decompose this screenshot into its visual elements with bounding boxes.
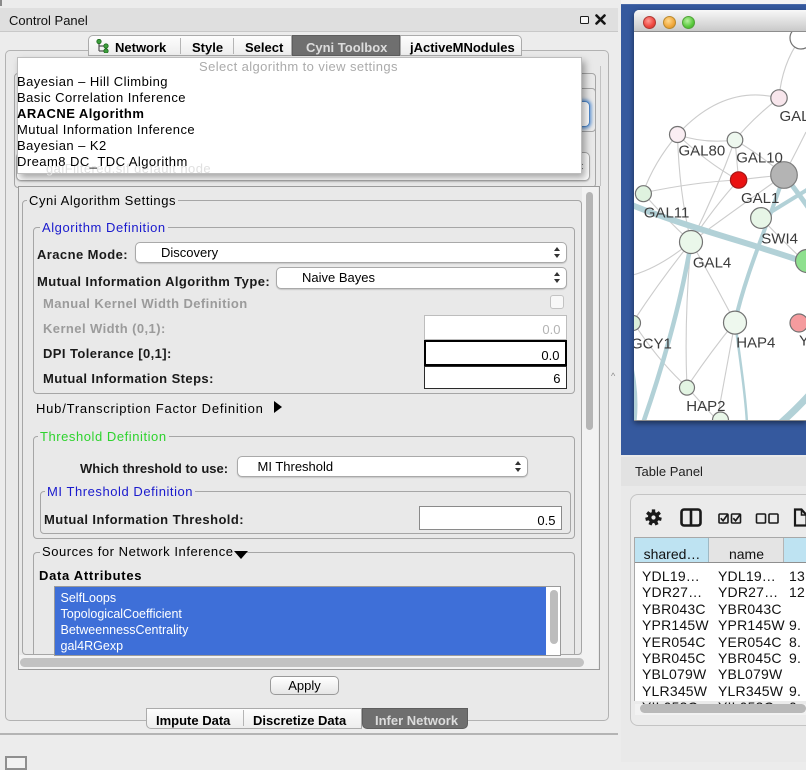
svg-text:GAL11: GAL11 (644, 205, 690, 222)
svg-text:GAL80: GAL80 (679, 143, 726, 160)
svg-text:GAL1: GAL1 (741, 190, 779, 207)
svg-text:Y: Y (799, 332, 806, 349)
svg-text:GAL80: GAL80 (780, 108, 806, 125)
svg-text:GAL10: GAL10 (736, 150, 783, 167)
svg-text:HAP4: HAP4 (736, 335, 775, 352)
svg-text:SWI4: SWI4 (761, 231, 798, 248)
svg-text:GAL4: GAL4 (693, 255, 731, 272)
svg-text:HAP2: HAP2 (686, 398, 725, 415)
svg-text:GCY1: GCY1 (634, 335, 672, 352)
